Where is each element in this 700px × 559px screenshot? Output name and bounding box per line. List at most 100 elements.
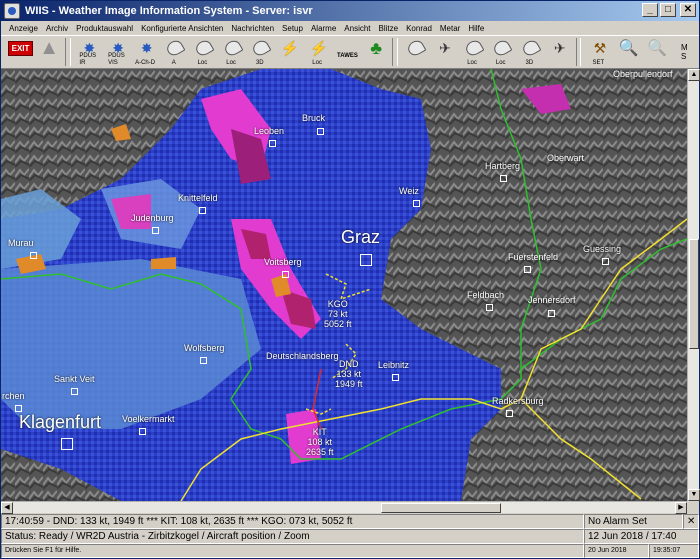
tool-plane-2[interactable]: ✈ [544,37,572,67]
menu-metar[interactable]: Metar [436,24,464,33]
menu-blitze[interactable]: Blitze [375,24,403,33]
tool-pdusir[interactable]: ✸ PDUS IR [74,37,102,67]
alarm-close-icon[interactable]: ✕ [683,514,699,529]
zoom-in-icon: 🔍 [618,40,639,57]
scroll-down-icon[interactable]: ▼ [688,489,700,501]
lightning-icon: ⚡ [281,39,299,56]
tool-pdusvis[interactable]: ✸ PDUS VIS [103,37,131,67]
city-label: Voitsberg [264,257,302,267]
tool-set[interactable]: ⚒ SET [584,37,612,67]
vertical-scroll-thumb[interactable] [689,239,699,349]
aircraft-id: DND [339,359,359,369]
close-button[interactable]: ✕ [680,3,696,17]
city-label: Radkersburg [492,396,544,406]
city-label: Weiz [399,186,419,196]
zoom-in-button[interactable]: 🔍 [613,37,641,67]
city-label: Feldbach [467,290,505,300]
tool-caption: 3D [525,60,534,66]
city-marker [282,271,289,278]
city-marker [506,410,513,417]
city-label: Fuerstenfeld [508,252,559,262]
exit-button[interactable]: EXIT [5,37,34,67]
city-marker [500,175,507,182]
aircraft-speed: 73 kt [328,309,348,319]
tawes-label: TAWES [337,53,358,59]
tool-lightning-loc[interactable]: ⚡ Loc [303,37,331,67]
city-label: Leoben [254,126,285,136]
tool-caption: Loc [467,60,477,66]
status-text: Status: Ready / WR2D Austria - Zirbitzko… [1,529,584,544]
radar-dish-icon [491,37,513,59]
tool-tree[interactable]: ♣ [361,37,389,67]
city-marker [269,140,276,147]
aircraft-speed: 133 kt [336,369,362,379]
minimize-button[interactable]: _ [642,3,658,17]
window-controls: _ □ ✕ [642,3,696,17]
city-marker [317,128,324,135]
radar-dish-icon [222,37,244,59]
city-label: Judenburg [131,213,174,223]
radar-dish-icon [164,37,186,59]
toolbar-separator [575,38,582,66]
maximize-button[interactable]: □ [660,3,676,17]
horizontal-scroll-thumb[interactable] [381,503,501,513]
tool-ach[interactable]: ✸ A-Ch-D [131,37,159,67]
radar-dish-icon [193,37,215,59]
menu-anzeige[interactable]: Anzeige [5,24,42,33]
tool-caption: A-Ch-D [135,60,156,66]
scroll-left-icon[interactable]: ◀ [1,502,13,514]
aircraft-altitude: 5052 ft [324,319,352,329]
horizontal-scrollbar[interactable]: ◀ ▶ [1,501,687,514]
tree-icon: ♣ [370,37,383,58]
tool-plane[interactable]: ✈ [430,37,458,67]
up-button[interactable]: ▲ [34,37,62,67]
city-marker [602,258,609,265]
city-label: Deutschlandsberg [266,351,339,361]
menu-alarme[interactable]: Alarme [307,24,340,33]
tool-caption: Loc [312,60,322,66]
tool-lightning[interactable]: ⚡ [275,37,303,67]
city-label: Guessing [583,244,622,254]
aircraft-icon: ✈ [439,39,451,56]
tool-3d[interactable]: 3D [246,37,274,67]
city-marker [486,304,493,311]
city-marker [71,388,78,395]
menu-konrad[interactable]: Konrad [402,24,436,33]
scroll-up-icon[interactable]: ▲ [688,69,700,81]
menu-ansicht[interactable]: Ansicht [340,24,374,33]
tool-tawes[interactable]: TAWES [332,37,360,67]
settings-gun-icon: ⚒ [593,39,607,56]
menu-nachrichten[interactable]: Nachrichten [227,24,278,33]
title-bar[interactable]: WIIS - Weather Image Information System … [1,1,699,21]
tool-loc-1[interactable]: Loc [189,37,217,67]
menu-konfigurierte-ansichten[interactable]: Konfigurierte Ansichten [137,24,227,33]
city-label: Bruck [302,113,326,123]
zoom-out-icon: 🔍 [647,40,668,57]
scroll-right-icon[interactable]: ▶ [675,502,687,514]
tool-dish-loc[interactable]: Loc [458,37,486,67]
vertical-scrollbar[interactable]: ▲ ▼ [687,69,700,501]
status-row-aircraft: 17:40:59 - DND: 133 kt, 1949 ft *** KIT:… [1,514,699,529]
tool-ms[interactable]: MS [670,37,698,67]
aircraft-altitude: 2635 ft [306,447,334,457]
tool-caption: Loc [495,60,506,66]
tool-dish[interactable] [401,37,429,67]
city-label: Voelkermarkt [122,414,175,424]
tool-loc-2[interactable]: Loc [217,37,245,67]
toolbar: EXIT ▲ ✸ PDUS IR ✸ PDUS VIS ✸ A-Ch-D A Loc… [1,35,699,69]
aircraft-id: KIT [312,427,327,437]
tool-dish-loc-2[interactable]: Loc [487,37,515,67]
tool-dish-3d[interactable]: 3D [516,37,544,67]
zoom-out-button[interactable]: 🔍 [642,37,670,67]
aircraft-id: KGO [327,299,348,309]
tool-caption: 3D [255,60,264,66]
scroll-corner [687,501,699,513]
city-label: Wolfsberg [184,343,225,353]
lightning-icon: ⚡ [310,39,328,56]
tool-a[interactable]: A [160,37,188,67]
menu-hilfe[interactable]: Hilfe [464,24,488,33]
radar-map[interactable]: Oberpullendorf Leoben Bruck Oberwart Har… [1,69,687,501]
menu-produktauswahl[interactable]: Produktauswahl [72,24,137,33]
menu-setup[interactable]: Setup [278,24,307,33]
menu-archiv[interactable]: Archiv [42,24,72,33]
